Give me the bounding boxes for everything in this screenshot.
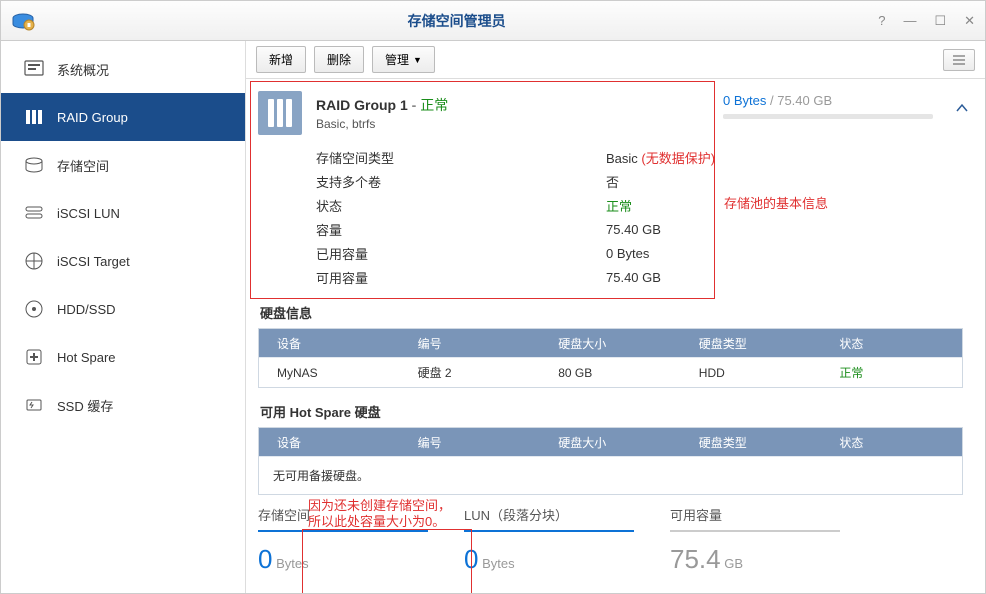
stat-number: 0	[258, 544, 272, 574]
sidebar-item-hotspare[interactable]: Hot Spare	[1, 333, 245, 381]
total-capacity: 75.40 GB	[777, 93, 832, 108]
sidebar-label: SSD 缓存	[57, 396, 113, 415]
help-icon[interactable]: ?	[878, 13, 885, 29]
capacity-bar	[723, 114, 933, 119]
prop-row-used: 已用容量0 Bytes	[316, 241, 963, 265]
hotspare-empty-row: 无可用备援硬盘。	[259, 456, 962, 494]
sidebar-item-volume[interactable]: 存储空间	[1, 141, 245, 189]
sidebar-label: 存储空间	[57, 156, 109, 175]
manage-button[interactable]: 管理 ▼	[372, 46, 435, 73]
raidgroup-subtitle: Basic, btrfs	[316, 117, 448, 131]
sidebar-label: iSCSI Target	[57, 254, 130, 269]
sidebar-item-ssd-cache[interactable]: SSD 缓存	[1, 381, 245, 429]
stat-volume: 存储空间 0 Bytes	[258, 505, 428, 575]
properties-list: 存储空间类型Basic (无数据保护) 支持多个卷否 状态正常 容量75.40 …	[316, 145, 963, 289]
prop-row-type: 存储空间类型Basic (无数据保护)	[316, 145, 963, 169]
manage-label: 管理	[385, 51, 409, 68]
sidebar-label: Hot Spare	[57, 350, 116, 365]
sidebar-label: HDD/SSD	[57, 302, 116, 317]
iscsi-target-icon	[23, 250, 45, 272]
overview-icon	[23, 58, 45, 80]
disk-section-title: 硬盘信息	[260, 303, 963, 322]
new-button[interactable]: 新增	[256, 46, 306, 73]
stat-unit: GB	[724, 556, 743, 571]
content-area: RAID Group 1 - 正常 Basic, btrfs 0 Bytes /…	[246, 79, 985, 593]
hotspare-section-title: 可用 Hot Spare 硬盘	[260, 402, 963, 421]
used-capacity: 0 Bytes	[723, 93, 766, 108]
disk-table-row[interactable]: MyNAS 硬盘 2 80 GB HDD 正常	[259, 357, 962, 387]
stat-unit: Bytes	[276, 556, 309, 571]
sidebar-label: 系统概况	[57, 60, 109, 79]
sidebar-label: iSCSI LUN	[57, 206, 120, 221]
sidebar-label: RAID Group	[57, 110, 128, 125]
list-view-button[interactable]	[943, 49, 975, 71]
raidgroup-header-icon	[258, 91, 302, 135]
raidgroup-name: RAID Group 1	[316, 97, 408, 113]
titlebar: 存储空间管理员 ? — ☐ ✕	[1, 1, 985, 41]
hotspare-icon	[23, 346, 45, 368]
sidebar-item-iscsi-lun[interactable]: iSCSI LUN	[1, 189, 245, 237]
stat-number: 0	[464, 544, 478, 574]
collapse-toggle[interactable]	[955, 101, 969, 115]
minimize-icon[interactable]: —	[903, 13, 916, 29]
close-icon[interactable]: ✕	[964, 13, 975, 29]
window-controls: ? — ☐ ✕	[878, 13, 975, 29]
ssd-cache-icon	[23, 394, 45, 416]
capacity-summary: 0 Bytes / 75.40 GB	[723, 93, 933, 119]
raidgroup-title: RAID Group 1 - 正常	[316, 95, 448, 115]
stat-unit: Bytes	[482, 556, 515, 571]
sidebar-item-raidgroup[interactable]: RAID Group	[1, 93, 245, 141]
app-icon	[11, 9, 35, 33]
sidebar: 系统概况 RAID Group 存储空间 iSCSI LUN iSCSI Tar…	[1, 41, 246, 593]
hdd-icon	[23, 298, 45, 320]
disk-table: 设备 编号 硬盘大小 硬盘类型 状态 MyNAS 硬盘 2 80 GB HDD …	[258, 328, 963, 388]
iscsi-lun-icon	[23, 202, 45, 224]
stat-label: LUN（段落分块）	[464, 505, 634, 532]
sidebar-item-iscsi-target[interactable]: iSCSI Target	[1, 237, 245, 285]
main-panel: 新增 删除 管理▼ RAID Group 1 - 正常 Basic, bt	[246, 41, 985, 593]
hotspare-table-header: 设备 编号 硬盘大小 硬盘类型 状态	[259, 428, 962, 456]
stat-label: 存储空间	[258, 505, 428, 532]
sidebar-item-hdd-ssd[interactable]: HDD/SSD	[1, 285, 245, 333]
disk-table-header: 设备 编号 硬盘大小 硬盘类型 状态	[259, 329, 962, 357]
no-protection-warning: (无数据保护)	[641, 151, 715, 166]
delete-button[interactable]: 删除	[314, 46, 364, 73]
raidgroup-icon	[23, 106, 45, 128]
stats-row: 存储空间 0 Bytes LUN（段落分块） 0 Bytes 可用容量 75.4…	[258, 505, 963, 575]
prop-row-status: 状态正常	[316, 193, 963, 217]
toolbar: 新增 删除 管理 ▼	[246, 41, 985, 79]
hotspare-table: 设备 编号 硬盘大小 硬盘类型 状态 无可用备援硬盘。	[258, 427, 963, 495]
window-title: 存储空间管理员	[35, 11, 878, 31]
stat-available: 可用容量 75.4 GB	[670, 505, 840, 575]
stat-lun: LUN（段落分块） 0 Bytes	[464, 505, 634, 575]
prop-row-avail: 可用容量75.40 GB	[316, 265, 963, 289]
sidebar-item-overview[interactable]: 系统概况	[1, 45, 245, 93]
raidgroup-status: 正常	[420, 97, 448, 113]
stat-label: 可用容量	[670, 505, 840, 532]
chevron-down-icon: ▼	[413, 55, 422, 65]
prop-row-multi: 支持多个卷否	[316, 169, 963, 193]
maximize-icon[interactable]: ☐	[934, 13, 946, 29]
volume-icon	[23, 154, 45, 176]
prop-row-capacity: 容量75.40 GB	[316, 217, 963, 241]
stat-number: 75.4	[670, 544, 721, 574]
app-window: 存储空间管理员 ? — ☐ ✕ 系统概况 RAID Group 存储空间 i	[0, 0, 986, 594]
